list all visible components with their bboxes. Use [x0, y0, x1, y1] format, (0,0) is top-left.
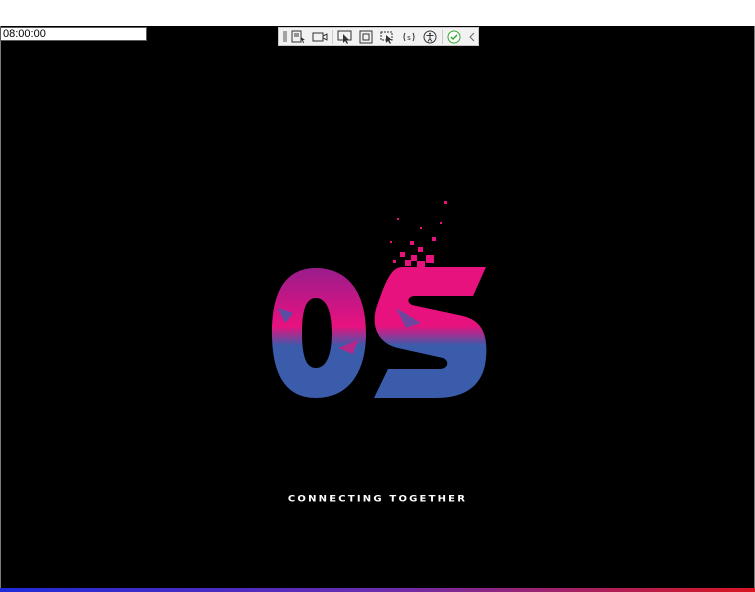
select-display-icon[interactable]	[288, 28, 309, 45]
time-display[interactable]: 08:00:00	[0, 27, 147, 41]
audio-icon[interactable]: s	[398, 28, 419, 45]
floating-toolbar: s	[278, 27, 479, 46]
fullscreen-icon[interactable]	[355, 28, 376, 45]
collapse-icon[interactable]	[465, 28, 478, 45]
camera-icon[interactable]	[310, 28, 331, 45]
toolbar-separator	[332, 29, 334, 44]
os-logo	[268, 198, 490, 403]
check-icon[interactable]	[444, 28, 465, 45]
window-title-bar	[0, 0, 755, 26]
pointer-icon[interactable]	[334, 28, 355, 45]
bottom-accent-bar	[0, 588, 755, 592]
svg-text:s: s	[407, 34, 411, 42]
toolbar-separator	[441, 29, 443, 44]
drag-handle-icon[interactable]	[281, 29, 288, 44]
accessibility-icon[interactable]	[419, 28, 440, 45]
capture-region-icon[interactable]	[377, 28, 398, 45]
tagline: CONNECTING TOGETHER	[287, 494, 468, 505]
